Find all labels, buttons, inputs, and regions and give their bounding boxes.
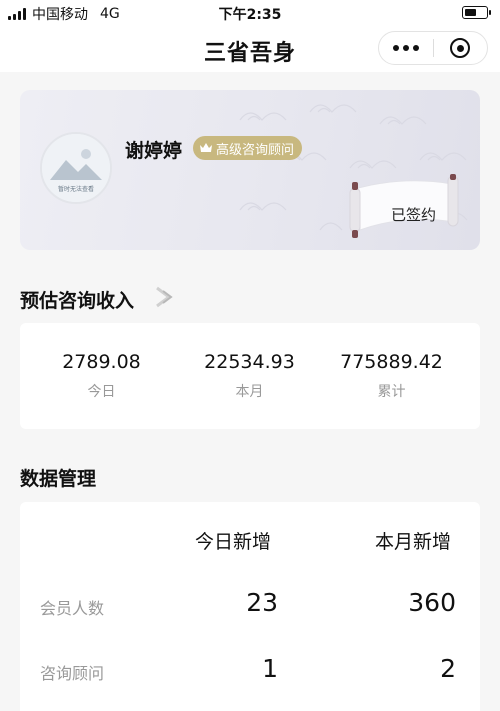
mini-program-capsule (378, 31, 488, 65)
battery-icon (462, 6, 491, 19)
nav-bar: 三省吾身 (0, 26, 500, 72)
avatar[interactable]: 暂时无法查看 (40, 132, 112, 204)
members-today-value: 23 (246, 588, 278, 617)
status-time: 下午2:35 (218, 7, 282, 23)
column-header-today: 今日新增 (195, 531, 272, 553)
members-month-value: 360 (408, 588, 456, 617)
row-label-members: 会员人数 (40, 599, 105, 618)
chevron-right-icon[interactable] (155, 286, 175, 308)
profile-card[interactable]: 暂时无法查看 谢婷婷 高级咨询顾问 已签约 (20, 90, 480, 250)
data-card: 今日新增 本月新增 会员人数 23 360 咨询顾问 1 2 (20, 502, 480, 711)
profile-name: 谢婷婷 (125, 140, 183, 162)
role-badge: 高级咨询顾问 (193, 136, 303, 160)
income-value: 2789.08 (62, 351, 141, 373)
income-card: 2789.08 今日 22534.93 本月 775889.42 累计 (20, 323, 480, 429)
status-bar: 中国移动 4G 下午2:35 (0, 0, 500, 26)
column-header-month: 本月新增 (375, 531, 452, 553)
consultants-month-value: 2 (440, 654, 456, 683)
consultants-today-value: 1 (262, 654, 278, 683)
data-section-title: 数据管理 (20, 468, 97, 490)
income-value: 22534.93 (204, 351, 295, 373)
income-label: 本月 (235, 384, 264, 400)
row-label-consultants: 咨询顾问 (40, 664, 105, 683)
income-total: 775889.42 累计 (315, 351, 468, 401)
income-month: 22534.93 本月 (173, 351, 326, 401)
income-value: 775889.42 (340, 351, 443, 373)
role-badge-label: 高级咨询顾问 (216, 142, 295, 158)
avatar-unavailable-text: 暂时无法查看 (57, 186, 94, 193)
crown-icon (200, 143, 212, 152)
close-mini-program-icon[interactable] (434, 32, 487, 64)
income-today: 2789.08 今日 (25, 351, 178, 401)
income-label: 累计 (377, 384, 406, 400)
income-label: 今日 (87, 384, 116, 400)
more-icon[interactable] (379, 32, 433, 64)
income-section-title: 预估咨询收入 (20, 290, 135, 312)
signed-status: 已签约 (390, 206, 436, 224)
